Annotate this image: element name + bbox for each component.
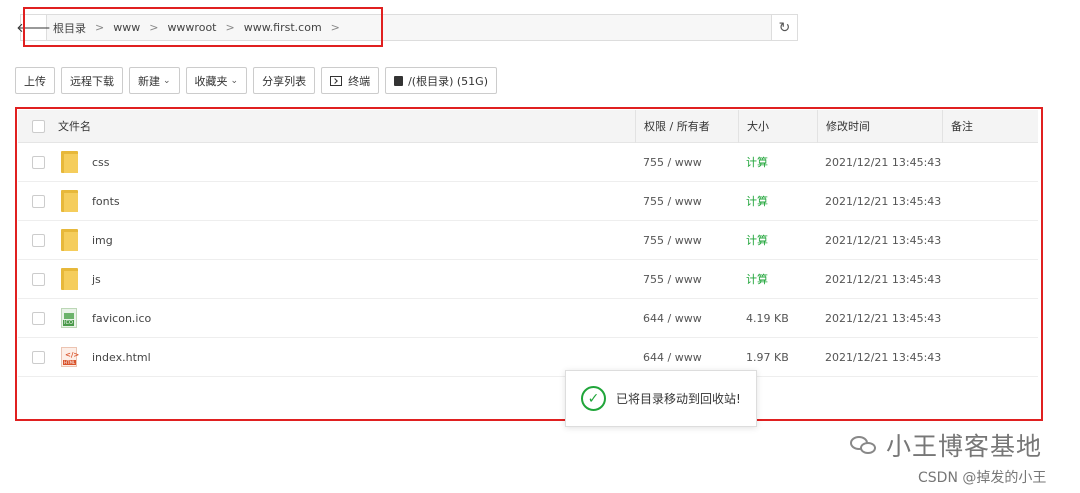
file-perm[interactable]: 644 / www xyxy=(635,351,738,364)
file-name[interactable]: js xyxy=(92,273,101,286)
file-size: 4.19 KB xyxy=(746,311,789,325)
chevron-right-icon: > xyxy=(149,21,159,34)
chevron-right-icon: > xyxy=(330,21,340,34)
folder-icon xyxy=(61,151,78,173)
file-mtime: 2021/12/21 13:45:43 xyxy=(825,194,942,208)
refresh-icon[interactable]: ↻ xyxy=(771,15,797,40)
toast-notification: ✓ 已将目录移动到回收站! xyxy=(565,370,757,427)
back-arrow-icon[interactable]: 🡐 xyxy=(16,15,51,40)
breadcrumb: 根目录 > www > wwwroot > www.first.com > xyxy=(47,20,771,36)
header-size[interactable]: 大小 xyxy=(747,118,769,134)
row-checkbox[interactable] xyxy=(31,155,45,169)
file-table: 文件名 权限 / 所有者 大小 修改时间 备注 css 755 / www 计算… xyxy=(18,109,1038,377)
watermark-channel: 小王博客基地 xyxy=(850,427,1042,463)
new-label: 新建 xyxy=(138,74,160,88)
row-checkbox[interactable] xyxy=(31,272,45,286)
calc-size-link[interactable]: 计算 xyxy=(746,195,768,208)
wechat-icon xyxy=(850,434,878,456)
share-list-label: 分享列表 xyxy=(262,74,307,88)
file-name[interactable]: favicon.ico xyxy=(92,312,151,325)
remote-download-label: 远程下载 xyxy=(70,74,114,88)
calc-size-link[interactable]: 计算 xyxy=(746,234,768,247)
terminal-label: 终端 xyxy=(348,74,371,88)
row-checkbox[interactable] xyxy=(31,311,45,325)
header-perm[interactable]: 权限 / 所有者 xyxy=(644,118,710,134)
header-name[interactable]: 文件名 xyxy=(58,118,91,134)
path-bar: 🡐 根目录 > www > wwwroot > www.first.com > … xyxy=(16,14,798,41)
chevron-right-icon: > xyxy=(95,21,105,34)
toast-message: 已将目录移动到回收站! xyxy=(616,392,741,406)
folder-icon xyxy=(61,190,78,212)
header-note: 备注 xyxy=(951,120,973,133)
table-row[interactable]: js 755 / www 计算 2021/12/21 13:45:43 xyxy=(18,260,1038,299)
table-row[interactable]: css 755 / www 计算 2021/12/21 13:45:43 xyxy=(18,143,1038,182)
file-name[interactable]: fonts xyxy=(92,195,120,208)
upload-button[interactable]: 上传 xyxy=(15,67,55,94)
favorites-label: 收藏夹 xyxy=(194,74,228,88)
disk-icon xyxy=(394,75,404,86)
favorites-button[interactable]: 收藏夹 ⌄ xyxy=(185,67,248,94)
remote-download-button[interactable]: 远程下载 xyxy=(61,67,123,94)
file-perm[interactable]: 644 / www xyxy=(635,312,738,325)
file-perm[interactable]: 755 / www xyxy=(635,273,738,286)
watermark-csdn: CSDN @掉发的小王 xyxy=(918,470,1047,486)
breadcrumb-wwwroot[interactable]: wwwroot xyxy=(167,21,216,34)
file-name[interactable]: css xyxy=(92,156,110,169)
folder-icon xyxy=(61,268,78,290)
share-list-button[interactable]: 分享列表 xyxy=(253,67,316,94)
new-button[interactable]: 新建 ⌄ xyxy=(129,67,180,94)
row-checkbox[interactable] xyxy=(31,194,45,208)
table-row[interactable]: favicon.ico 644 / www 4.19 KB 2021/12/21… xyxy=(18,299,1038,338)
terminal-button[interactable]: 终端 xyxy=(321,67,380,94)
file-mtime: 2021/12/21 13:45:43 xyxy=(825,233,942,247)
file-perm[interactable]: 755 / www xyxy=(635,234,738,247)
breadcrumb-site[interactable]: www.first.com xyxy=(244,21,322,34)
file-perm[interactable]: 755 / www xyxy=(635,156,738,169)
select-all-checkbox[interactable] xyxy=(31,119,45,133)
file-mtime: 2021/12/21 13:45:43 xyxy=(825,272,942,286)
image-file-icon xyxy=(61,308,77,328)
file-name[interactable]: img xyxy=(92,234,113,247)
file-name[interactable]: index.html xyxy=(92,351,151,364)
folder-icon xyxy=(61,229,78,251)
table-row[interactable]: img 755 / www 计算 2021/12/21 13:45:43 xyxy=(18,221,1038,260)
watermark-channel-text: 小王博客基地 xyxy=(886,432,1043,461)
chevron-down-icon: ⌄ xyxy=(163,75,171,86)
chevron-right-icon: > xyxy=(225,21,235,34)
breadcrumb-www[interactable]: www xyxy=(113,21,140,34)
check-circle-icon: ✓ xyxy=(581,386,606,411)
file-size: 1.97 KB xyxy=(746,350,789,364)
disk-label: /(根目录) (51G) xyxy=(408,74,488,88)
table-row[interactable]: fonts 755 / www 计算 2021/12/21 13:45:43 xyxy=(18,182,1038,221)
row-checkbox[interactable] xyxy=(31,350,45,364)
file-mtime: 2021/12/21 13:45:43 xyxy=(825,155,942,169)
table-header: 文件名 权限 / 所有者 大小 修改时间 备注 xyxy=(18,109,1038,143)
toolbar: 上传 远程下载 新建 ⌄ 收藏夹 ⌄ 分享列表 终端 /(根目录) (51G) xyxy=(15,67,503,94)
header-mtime[interactable]: 修改时间 xyxy=(826,118,870,134)
upload-label: 上传 xyxy=(24,74,46,88)
disk-button[interactable]: /(根目录) (51G) xyxy=(385,67,497,94)
row-checkbox[interactable] xyxy=(31,233,45,247)
table-row[interactable]: </> HTML index.html 644 / www 1.97 KB 2021… xyxy=(18,338,1038,377)
calc-size-link[interactable]: 计算 xyxy=(746,156,768,169)
html-file-icon: </> HTML xyxy=(61,347,79,367)
file-mtime: 2021/12/21 13:45:43 xyxy=(825,350,942,364)
file-manager-page: 🡐 根目录 > www > wwwroot > www.first.com > … xyxy=(0,0,1080,493)
breadcrumb-root[interactable]: 根目录 xyxy=(53,20,86,36)
file-perm[interactable]: 755 / www xyxy=(635,195,738,208)
chevron-down-icon: ⌄ xyxy=(230,75,239,86)
calc-size-link[interactable]: 计算 xyxy=(746,273,768,286)
file-mtime: 2021/12/21 13:45:43 xyxy=(825,311,942,325)
terminal-icon xyxy=(330,75,343,86)
